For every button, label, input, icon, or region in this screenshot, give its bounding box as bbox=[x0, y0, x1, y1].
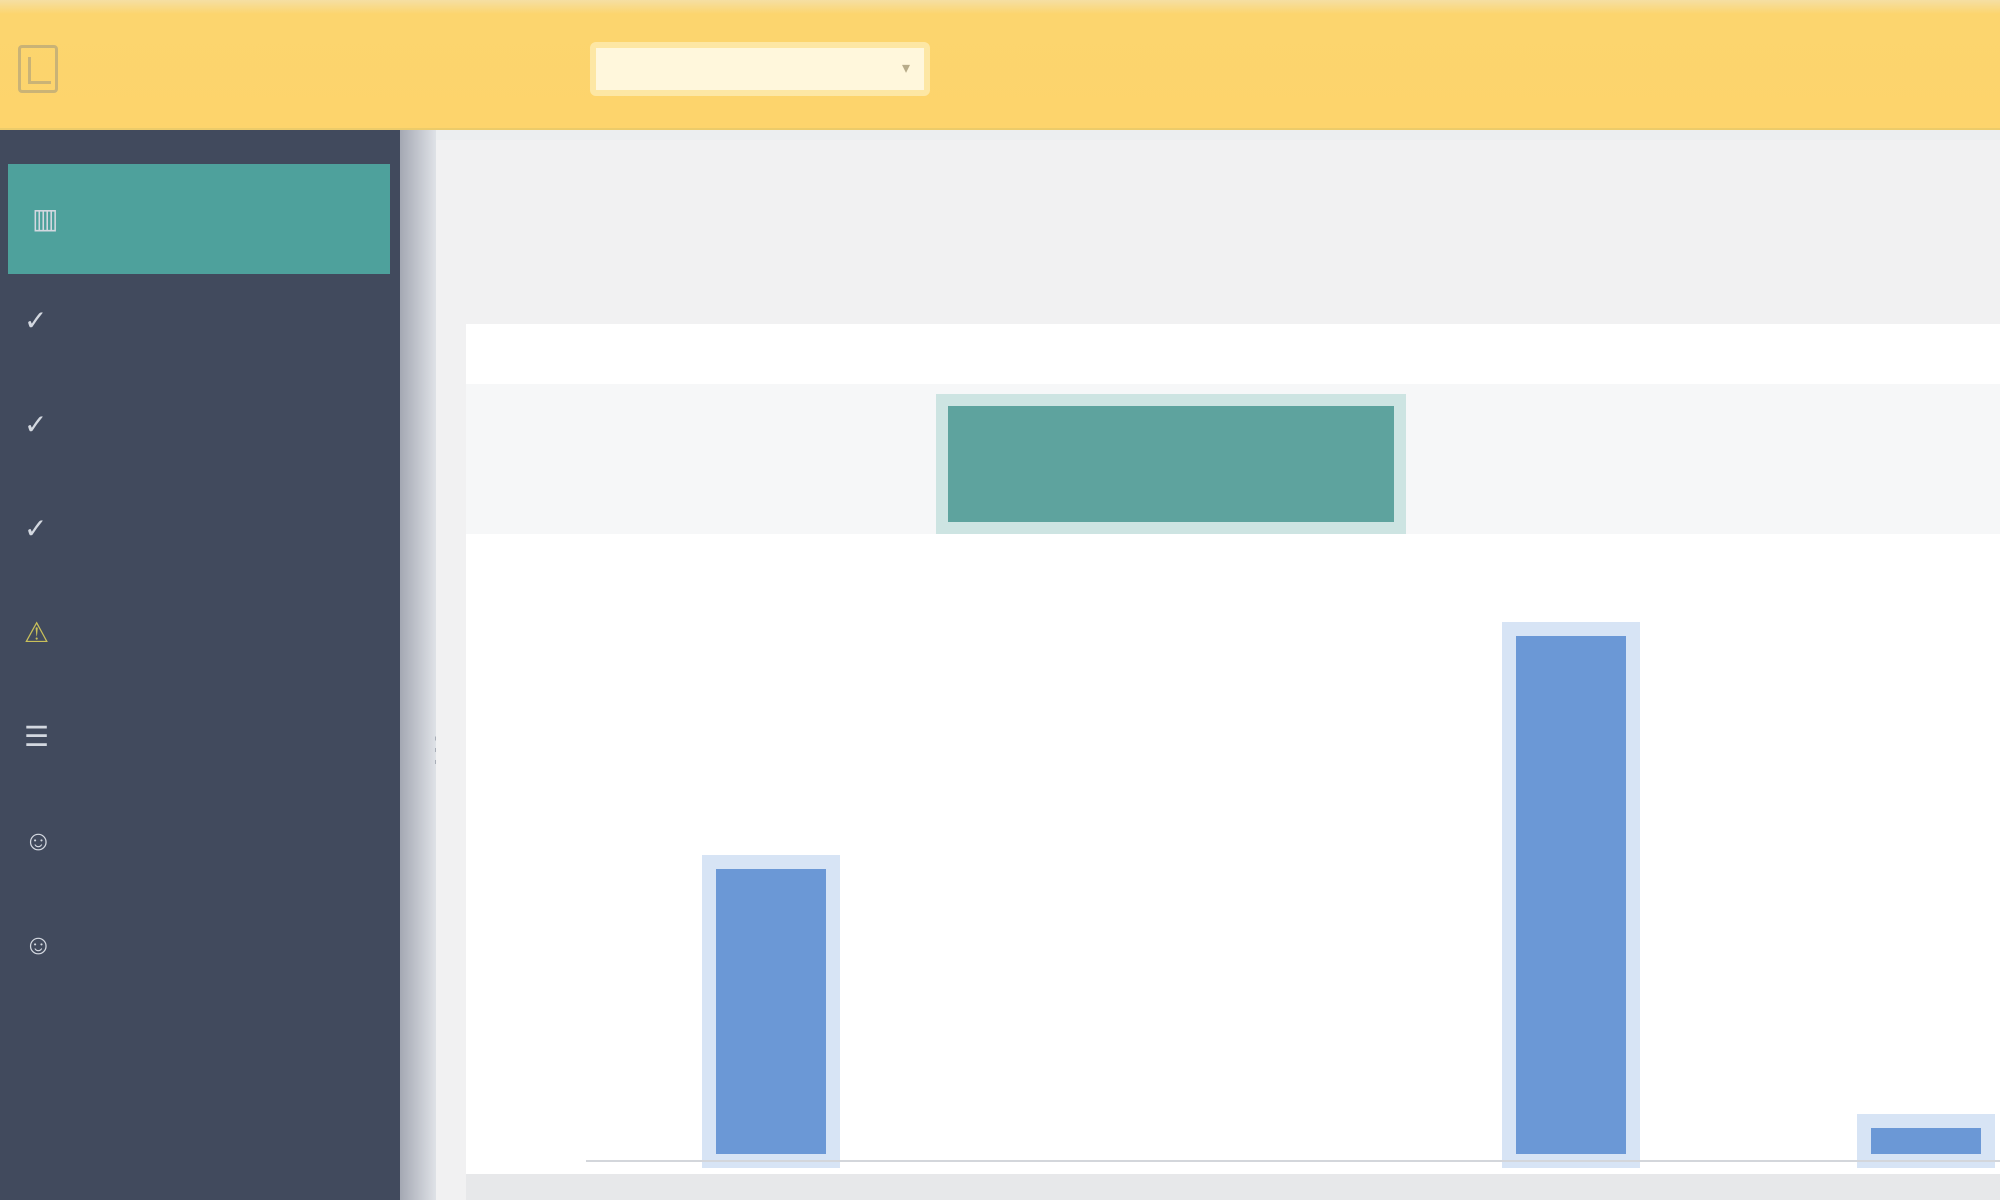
sidebar-item-4[interactable]: ✓ bbox=[0, 480, 400, 578]
sidebar-item-3[interactable]: ✓ bbox=[0, 376, 400, 474]
sidebar-item-5[interactable]: ⚠ bbox=[0, 584, 400, 682]
user-icon: ☺ bbox=[24, 825, 53, 856]
sidebar-resize-handle[interactable] bbox=[400, 130, 436, 1200]
search-input[interactable]: ▾ bbox=[590, 42, 930, 96]
panel-footer bbox=[466, 1174, 2000, 1200]
app-logo[interactable] bbox=[18, 34, 348, 104]
sidebar-item-2[interactable]: ✓ bbox=[0, 272, 400, 370]
x-axis-line bbox=[586, 1160, 2000, 1162]
check-icon: ✓ bbox=[24, 305, 48, 336]
logo-icon bbox=[18, 45, 58, 93]
main-content bbox=[436, 140, 2000, 1200]
check-icon: ✓ bbox=[24, 409, 48, 440]
sidebar-item-6[interactable]: ☰ bbox=[0, 688, 400, 786]
column-header-2[interactable] bbox=[936, 394, 1406, 534]
chevron-down-icon[interactable]: ▾ bbox=[902, 58, 910, 78]
chart-panel bbox=[466, 324, 2000, 1174]
sidebar: ▥ ✓ ✓ ✓ ⚠ ☰ ☺ ☺ bbox=[0, 130, 400, 1200]
bar-1[interactable] bbox=[716, 869, 826, 1154]
column-header-4[interactable] bbox=[1826, 394, 2000, 534]
sidebar-item-8[interactable]: ☺ bbox=[0, 896, 400, 994]
column-header-3[interactable] bbox=[1446, 394, 1696, 534]
bar-4[interactable] bbox=[1871, 1128, 1981, 1154]
sidebar-item-7[interactable]: ☺ bbox=[0, 792, 400, 890]
list-icon: ☰ bbox=[24, 721, 50, 752]
warning-icon: ⚠ bbox=[24, 617, 50, 648]
column-header-1[interactable] bbox=[646, 394, 896, 534]
chart-icon: ▥ bbox=[32, 203, 59, 234]
user-check-icon: ☺ bbox=[24, 929, 53, 960]
sidebar-item-1[interactable]: ▥ bbox=[8, 164, 390, 274]
bar-3[interactable] bbox=[1516, 636, 1626, 1154]
check-icon: ✓ bbox=[24, 513, 48, 544]
top-bar: ▾ bbox=[0, 0, 2000, 130]
